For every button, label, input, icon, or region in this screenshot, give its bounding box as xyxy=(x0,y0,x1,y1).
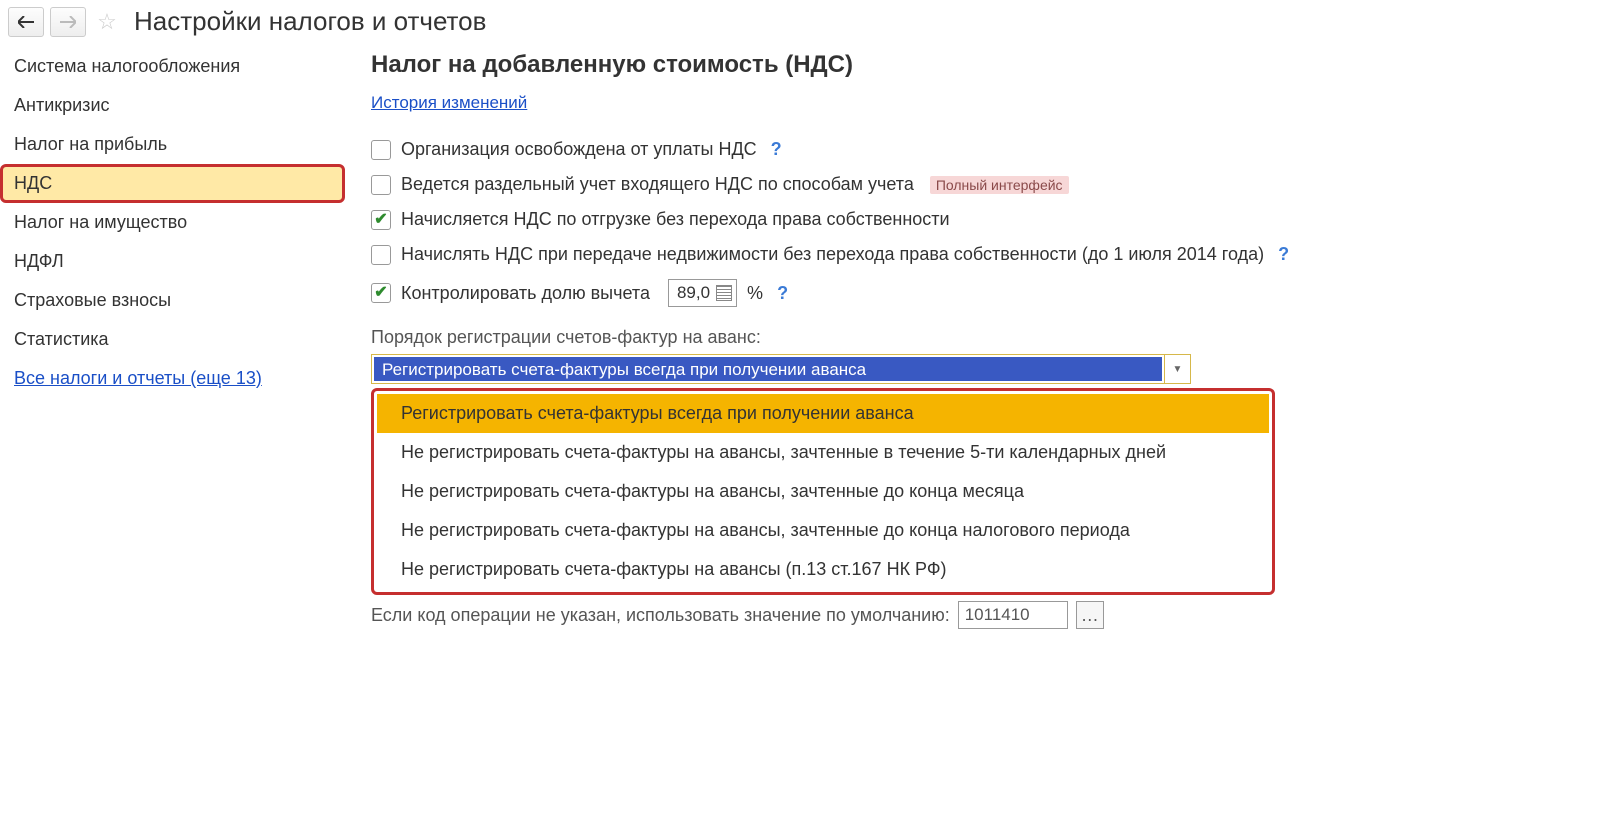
combo-label: Порядок регистрации счетов-фактур на ава… xyxy=(371,327,1577,348)
label-separate: Ведется раздельный учет входящего НДС по… xyxy=(401,174,914,195)
label-control: Контролировать долю вычета xyxy=(401,283,650,304)
arrow-left-icon xyxy=(18,16,34,28)
page-title: Настройки налогов и отчетов xyxy=(134,6,486,37)
calculator-icon[interactable] xyxy=(716,285,732,301)
sidebar-item-nds[interactable]: НДС xyxy=(0,164,345,203)
checkbox-realestate[interactable] xyxy=(371,245,391,265)
sidebar-item-ndfl[interactable]: НДФЛ xyxy=(0,242,345,281)
favorite-button[interactable]: ☆ xyxy=(92,7,122,37)
advance-invoice-combo[interactable]: Регистрировать счета-фактуры всегда при … xyxy=(371,354,1191,384)
back-button[interactable] xyxy=(8,7,44,37)
sidebar-item-profit-tax[interactable]: Налог на прибыль xyxy=(0,125,345,164)
checkbox-control[interactable] xyxy=(371,283,391,303)
sidebar-item-anticrisis[interactable]: Антикризис xyxy=(0,86,345,125)
percent-value: 89,0 xyxy=(677,283,710,303)
badge-full-interface: Полный интерфейс xyxy=(930,176,1069,194)
default-code-input[interactable]: 1011410 xyxy=(958,601,1068,629)
sidebar-item-statistics[interactable]: Статистика xyxy=(0,320,345,359)
star-icon: ☆ xyxy=(97,9,117,35)
checkbox-shipment[interactable] xyxy=(371,210,391,230)
label-shipment: Начисляется НДС по отгрузке без перехода… xyxy=(401,209,950,230)
sidebar-item-tax-system[interactable]: Система налогообложения xyxy=(0,47,345,86)
sidebar-all-link: Все налоги и отчеты (еще 13) xyxy=(0,359,345,398)
dropdown-option[interactable]: Не регистрировать счета-фактуры на аванс… xyxy=(377,472,1269,511)
sidebar: Система налогообложения Антикризис Налог… xyxy=(0,43,345,398)
sidebar-item-property-tax[interactable]: Налог на имущество xyxy=(0,203,345,242)
toolbar: ☆ Настройки налогов и отчетов xyxy=(0,0,1597,43)
dropdown-option[interactable]: Не регистрировать счета-фактуры на аванс… xyxy=(377,511,1269,550)
advance-invoice-dropdown: Регистрировать счета-фактуры всегда при … xyxy=(371,388,1275,595)
arrow-right-icon xyxy=(60,16,76,28)
forward-button[interactable] xyxy=(50,7,86,37)
combo-dropdown-button[interactable]: ▼ xyxy=(1164,355,1190,383)
sidebar-item-insurance[interactable]: Страховые взносы xyxy=(0,281,345,320)
all-taxes-link[interactable]: Все налоги и отчеты (еще 13) xyxy=(14,368,262,388)
help-icon[interactable]: ? xyxy=(777,283,788,304)
dropdown-option[interactable]: Не регистрировать счета-фактуры на аванс… xyxy=(377,433,1269,472)
label-exempt: Организация освобождена от уплаты НДС xyxy=(401,139,757,160)
chevron-down-icon: ▼ xyxy=(1173,364,1183,375)
section-title: Налог на добавленную стоимость (НДС) xyxy=(371,51,1577,79)
checkbox-separate[interactable] xyxy=(371,175,391,195)
percent-input[interactable]: 89,0 xyxy=(668,279,737,307)
main-panel: Налог на добавленную стоимость (НДС) Ист… xyxy=(345,43,1597,649)
help-icon[interactable]: ? xyxy=(1278,244,1289,265)
dropdown-option[interactable]: Регистрировать счета-фактуры всегда при … xyxy=(377,394,1269,433)
percent-sign: % xyxy=(747,283,763,304)
choose-button[interactable]: … xyxy=(1076,601,1104,629)
ellipsis-icon: … xyxy=(1081,605,1099,626)
default-code-value: 1011410 xyxy=(965,605,1030,625)
default-code-label: Если код операции не указан, использоват… xyxy=(371,605,950,626)
label-realestate: Начислять НДС при передаче недвижимости … xyxy=(401,244,1264,265)
dropdown-option[interactable]: Не регистрировать счета-фактуры на аванс… xyxy=(377,550,1269,589)
history-link[interactable]: История изменений xyxy=(371,93,527,113)
combo-selected-text: Регистрировать счета-фактуры всегда при … xyxy=(374,357,1162,381)
checkbox-exempt[interactable] xyxy=(371,140,391,160)
help-icon[interactable]: ? xyxy=(771,139,782,160)
